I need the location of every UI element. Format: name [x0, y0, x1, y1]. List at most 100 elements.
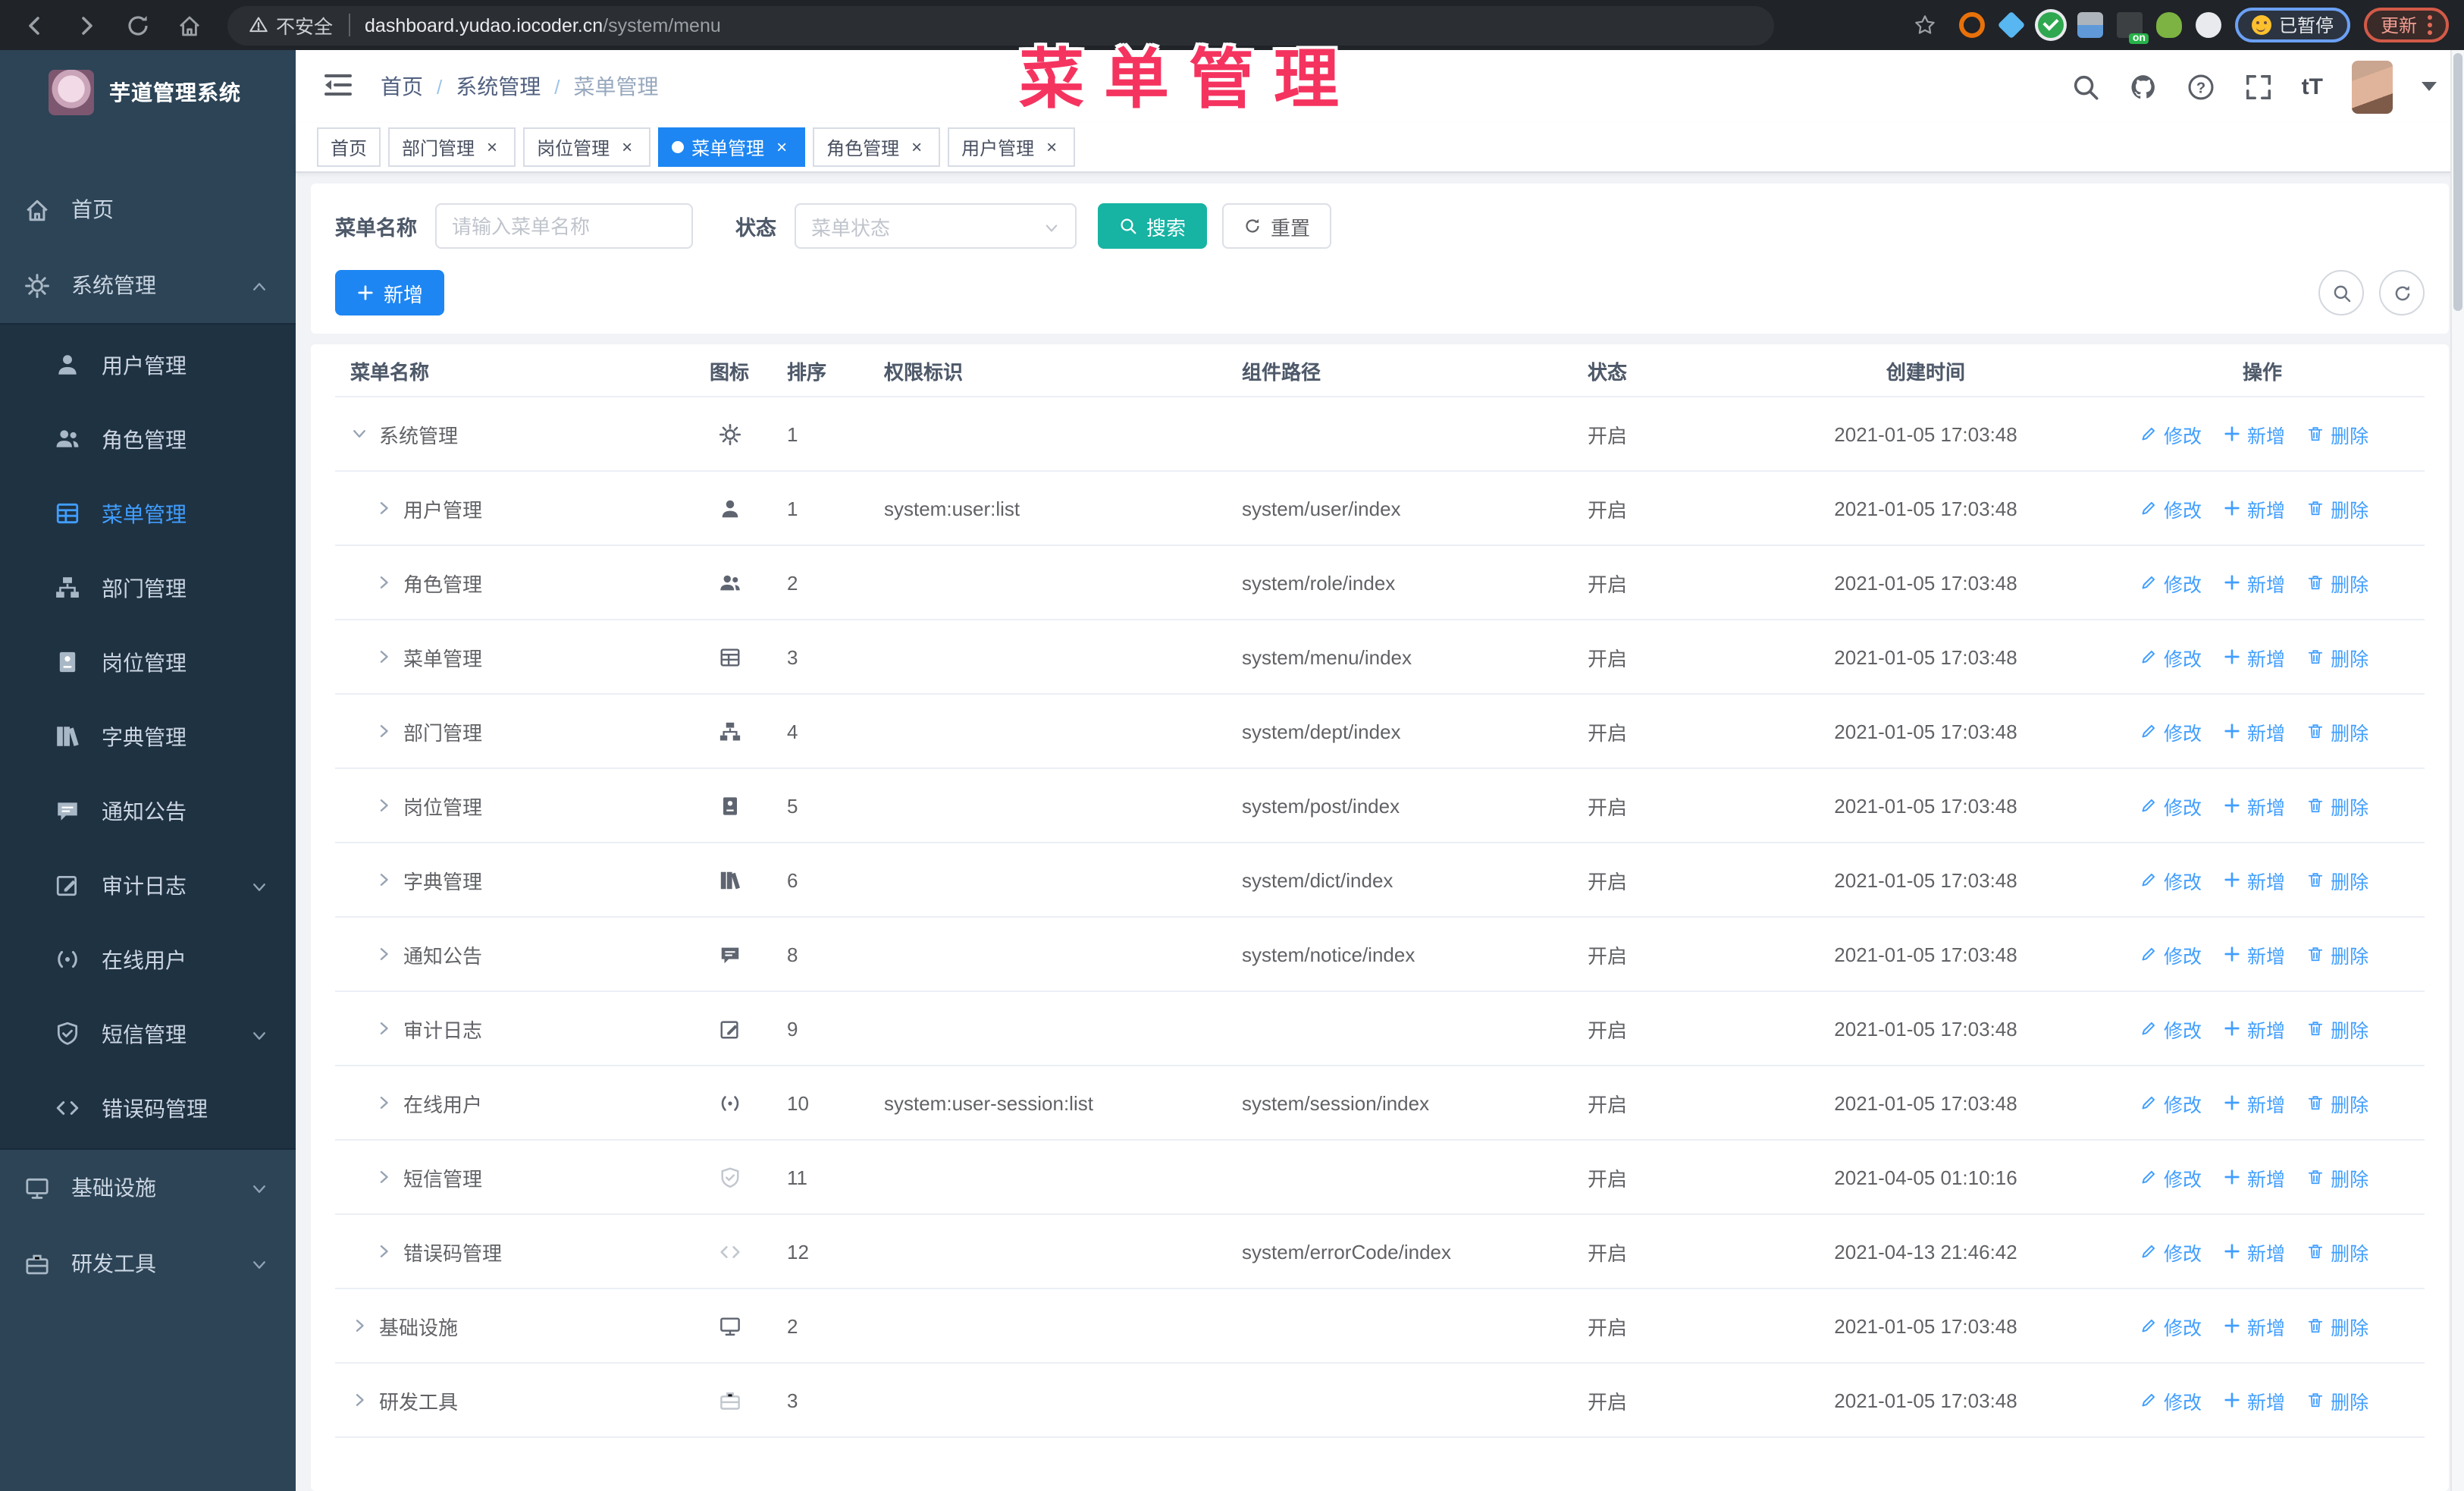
browser-menu-kebab-icon[interactable] — [2428, 15, 2432, 35]
row-expand-icon[interactable] — [375, 871, 393, 889]
row-expand-icon[interactable] — [350, 1391, 368, 1409]
delete-link[interactable]: 删除 — [2306, 1386, 2368, 1414]
delete-link[interactable]: 删除 — [2306, 1088, 2368, 1117]
app-logo[interactable]: 芋道管理系统 — [0, 50, 296, 133]
toggle-search-button[interactable] — [2318, 270, 2364, 315]
sidebar-item[interactable]: 角色管理 — [0, 402, 296, 476]
delete-link[interactable]: 删除 — [2306, 642, 2368, 671]
sidebar-item[interactable]: 字典管理 — [0, 699, 296, 774]
view-tag[interactable]: 用户管理 — [948, 127, 1076, 167]
status-select[interactable]: 菜单状态 — [795, 203, 1077, 249]
browser-reload-icon[interactable] — [118, 5, 158, 45]
add-link[interactable]: 新增 — [2223, 865, 2285, 894]
view-tag[interactable]: 部门管理 — [388, 127, 516, 167]
delete-link[interactable]: 删除 — [2306, 865, 2368, 894]
delete-link[interactable]: 删除 — [2306, 419, 2368, 448]
search-button[interactable]: 搜索 — [1098, 203, 1208, 249]
not-secure-warning[interactable]: 不安全 — [249, 11, 333, 39]
sidebar-item[interactable]: 岗位管理 — [0, 625, 296, 699]
row-expand-icon[interactable] — [375, 722, 393, 740]
add-link[interactable]: 新增 — [2223, 791, 2285, 820]
delete-link[interactable]: 删除 — [2306, 717, 2368, 746]
extension-icon[interactable] — [2116, 12, 2149, 44]
sidebar-item[interactable]: 系统管理 — [0, 247, 296, 323]
extension-icon[interactable] — [2077, 12, 2103, 38]
header-search-icon[interactable] — [2071, 72, 2100, 101]
reset-button[interactable]: 重置 — [1222, 203, 1332, 249]
add-link[interactable]: 新增 — [2223, 1386, 2285, 1414]
sidebar-item[interactable]: 审计日志 — [0, 848, 296, 922]
add-button[interactable]: 新增 — [335, 270, 445, 315]
edit-link[interactable]: 修改 — [2140, 791, 2202, 820]
github-icon[interactable] — [2129, 72, 2158, 101]
delete-link[interactable]: 删除 — [2306, 1014, 2368, 1043]
delete-link[interactable]: 删除 — [2306, 791, 2368, 820]
sidebar-item[interactable]: 用户管理 — [0, 328, 296, 402]
row-expand-icon[interactable] — [350, 1317, 368, 1335]
tag-close-icon[interactable] — [617, 137, 637, 157]
delete-link[interactable]: 删除 — [2306, 494, 2368, 523]
profile-paused-badge[interactable]: 已暂停 — [2234, 8, 2350, 42]
view-tag[interactable]: 岗位管理 — [523, 127, 651, 167]
extension-icon[interactable] — [1998, 12, 2024, 38]
extensions-puzzle-icon[interactable] — [2195, 12, 2221, 38]
sidebar-item[interactable]: 短信管理 — [0, 997, 296, 1071]
edit-link[interactable]: 修改 — [2140, 419, 2202, 448]
edit-link[interactable]: 修改 — [2140, 717, 2202, 746]
add-link[interactable]: 新增 — [2223, 1088, 2285, 1117]
font-size-icon[interactable]: tT — [2302, 74, 2323, 99]
sidebar-item[interactable]: 首页 — [0, 171, 296, 247]
view-tag[interactable]: 首页 — [317, 127, 381, 167]
delete-link[interactable]: 删除 — [2306, 568, 2368, 597]
edit-link[interactable]: 修改 — [2140, 940, 2202, 968]
extension-icon[interactable] — [2155, 12, 2182, 38]
edit-link[interactable]: 修改 — [2140, 1237, 2202, 1266]
delete-link[interactable]: 删除 — [2306, 1237, 2368, 1266]
tag-close-icon[interactable] — [772, 137, 792, 157]
breadcrumb-item[interactable]: 首页 — [381, 71, 423, 102]
row-expand-icon[interactable] — [375, 1242, 393, 1260]
row-expand-icon[interactable] — [375, 648, 393, 666]
add-link[interactable]: 新增 — [2223, 717, 2285, 746]
bookmark-star-icon[interactable] — [1906, 5, 1945, 45]
row-expand-icon[interactable] — [350, 425, 368, 443]
help-icon[interactable] — [2187, 72, 2215, 101]
browser-update-button[interactable]: 更新 — [2363, 8, 2449, 42]
sidebar-fold-icon[interactable] — [323, 70, 356, 103]
delete-link[interactable]: 删除 — [2306, 1311, 2368, 1340]
scrollbar-thumb[interactable] — [2453, 53, 2462, 311]
browser-home-icon[interactable] — [170, 5, 209, 45]
tag-close-icon[interactable] — [907, 137, 926, 157]
breadcrumb-item[interactable]: 系统管理 — [456, 71, 541, 102]
add-link[interactable]: 新增 — [2223, 494, 2285, 523]
tag-close-icon[interactable] — [482, 137, 502, 157]
sidebar-item[interactable]: 研发工具 — [0, 1226, 296, 1301]
edit-link[interactable]: 修改 — [2140, 1088, 2202, 1117]
edit-link[interactable]: 修改 — [2140, 1311, 2202, 1340]
row-expand-icon[interactable] — [375, 1168, 393, 1186]
user-avatar[interactable] — [2352, 60, 2393, 113]
edit-link[interactable]: 修改 — [2140, 1014, 2202, 1043]
avatar-caret-down-icon[interactable] — [2422, 82, 2437, 99]
sidebar-item[interactable]: 通知公告 — [0, 774, 296, 848]
tag-close-icon[interactable] — [1042, 137, 1061, 157]
sidebar-item[interactable]: 基础设施 — [0, 1150, 296, 1226]
add-link[interactable]: 新增 — [2223, 1237, 2285, 1266]
add-link[interactable]: 新增 — [2223, 1163, 2285, 1191]
browser-forward-icon[interactable] — [67, 5, 106, 45]
row-expand-icon[interactable] — [375, 573, 393, 592]
edit-link[interactable]: 修改 — [2140, 494, 2202, 523]
refresh-table-button[interactable] — [2379, 270, 2425, 315]
row-expand-icon[interactable] — [375, 796, 393, 815]
fullscreen-icon[interactable] — [2244, 72, 2273, 101]
row-expand-icon[interactable] — [375, 945, 393, 963]
sidebar-item[interactable]: 菜单管理 — [0, 476, 296, 551]
row-expand-icon[interactable] — [375, 1019, 393, 1037]
sidebar-item[interactable]: 部门管理 — [0, 551, 296, 625]
delete-link[interactable]: 删除 — [2306, 940, 2368, 968]
edit-link[interactable]: 修改 — [2140, 1163, 2202, 1191]
add-link[interactable]: 新增 — [2223, 642, 2285, 671]
edit-link[interactable]: 修改 — [2140, 1386, 2202, 1414]
page-scrollbar[interactable] — [2450, 50, 2464, 1491]
browser-back-icon[interactable] — [15, 5, 55, 45]
